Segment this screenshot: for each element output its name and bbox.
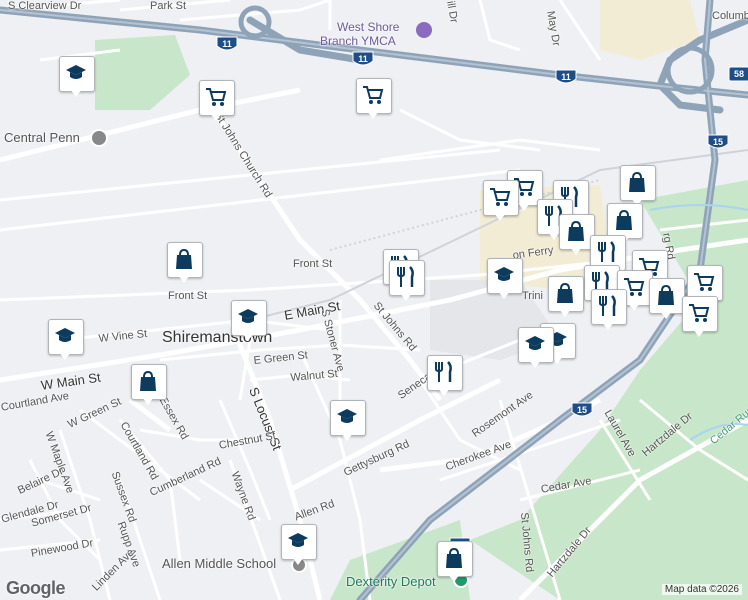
college-poi-icon[interactable]	[90, 129, 108, 147]
shopping-bag-icon	[629, 171, 645, 192]
shopping-marker[interactable]	[548, 276, 584, 318]
google-logo-text: Google	[6, 578, 66, 598]
shopping-cart-icon	[363, 86, 384, 104]
shopping-bag-icon	[616, 209, 632, 230]
shopping-marker[interactable]	[559, 214, 595, 256]
street-columbus: Columbus	[712, 10, 748, 22]
shopping-marker[interactable]	[131, 364, 167, 406]
school-icon	[288, 533, 308, 547]
shopping-cart-icon	[490, 188, 511, 206]
shopping-marker[interactable]	[620, 165, 656, 207]
restaurant-icon	[598, 241, 615, 262]
us11-shield: 11	[555, 69, 577, 87]
school-icon	[55, 328, 75, 342]
shopping-bag-icon	[557, 282, 573, 303]
map-canvas[interactable]: Shiremanstown E Main St W Main St Front …	[0, 0, 748, 600]
school-icon	[494, 267, 514, 281]
school-icon	[66, 65, 86, 79]
restaurant-icon	[435, 361, 452, 382]
grocery-marker[interactable]	[682, 296, 718, 338]
school-marker[interactable]	[231, 300, 267, 342]
grocery-marker[interactable]	[483, 180, 519, 222]
us15-shield: 15	[571, 402, 593, 420]
shopping-marker[interactable]	[437, 541, 473, 583]
ymca-poi-icon[interactable]	[416, 22, 432, 38]
street-front-st-1: Front St	[168, 290, 208, 302]
shopping-marker[interactable]	[167, 242, 203, 284]
school-marker[interactable]	[330, 400, 366, 442]
shopping-bag-icon	[140, 370, 156, 391]
allen-ms-label[interactable]: Allen Middle School	[162, 556, 276, 571]
shopping-bag-icon	[176, 248, 192, 269]
grocery-marker[interactable]	[356, 78, 392, 120]
shopping-bag-icon	[568, 220, 584, 241]
shopping-cart-icon	[206, 88, 227, 106]
grocery-marker[interactable]	[199, 80, 235, 122]
us11-shield: 11	[352, 51, 374, 69]
school-marker[interactable]	[59, 56, 95, 98]
street-front-st-2: Front St	[293, 258, 333, 270]
shopping-bag-icon	[446, 547, 462, 568]
street-park: Park St	[150, 0, 187, 12]
shopping-marker[interactable]	[649, 278, 685, 320]
shopping-cart-icon	[689, 304, 710, 322]
ymca-label-1[interactable]: West Shore	[337, 20, 399, 34]
restaurant-marker[interactable]	[389, 260, 425, 302]
ramp-shield: 58	[728, 66, 748, 84]
map-attribution[interactable]: Map data ©2026	[661, 584, 742, 595]
shopping-cart-icon	[694, 273, 715, 291]
google-logo: Google	[6, 578, 66, 599]
restaurant-marker[interactable]	[427, 355, 463, 397]
dexterity-label[interactable]: Dexterity Depot	[346, 574, 436, 589]
central-penn-label[interactable]: Central Penn	[4, 130, 80, 145]
school-icon	[337, 409, 357, 423]
us11-shield: 11	[216, 36, 238, 54]
street-trinity: Trini	[522, 290, 543, 302]
us15-shield: 15	[707, 134, 729, 152]
restaurant-icon	[599, 295, 616, 316]
ymca-label-2[interactable]: Branch YMCA	[320, 34, 396, 48]
school-marker[interactable]	[281, 524, 317, 566]
restaurant-marker[interactable]	[591, 289, 627, 331]
school-marker[interactable]	[518, 327, 554, 369]
school-marker[interactable]	[48, 319, 84, 361]
restaurant-icon	[397, 266, 414, 287]
school-icon	[238, 309, 258, 323]
street-clearview: S Clearview Dr	[8, 0, 82, 12]
shopping-bag-icon	[658, 284, 674, 305]
school-icon	[525, 336, 545, 350]
school-marker[interactable]	[487, 258, 523, 300]
